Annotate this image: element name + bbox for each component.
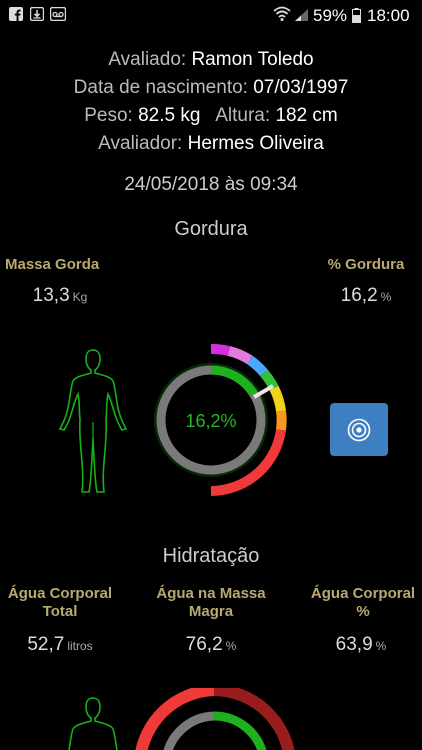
hidratacao-fill bbox=[213, 711, 267, 750]
gordura-gauge: 16,2% bbox=[154, 344, 287, 496]
agua-pct-label: Água Corporal % bbox=[310, 585, 416, 620]
avaliador-row: Avaliador: Hermes Oliveira bbox=[0, 133, 422, 155]
status-bar: 59% 18:00 bbox=[0, 0, 422, 30]
gauge-arc-pink bbox=[227, 346, 253, 365]
peso-label: Peso: bbox=[84, 105, 133, 126]
body-silhouette bbox=[58, 349, 128, 493]
massa-gorda-value: 13,3 Kg bbox=[10, 285, 110, 307]
agua-total-unit: litros bbox=[67, 639, 93, 653]
voicemail-icon bbox=[50, 7, 66, 21]
hidratacao-title: Hidratação bbox=[162, 545, 260, 567]
massa-gorda-unit: Kg bbox=[72, 290, 88, 304]
facebook-icon bbox=[9, 7, 23, 21]
nascimento-label: Data de nascimento: bbox=[73, 77, 248, 98]
agua-massa-label: Água na Massa Magra bbox=[156, 585, 266, 620]
pct-gordura-number: 16,2 bbox=[340, 285, 378, 306]
battery-icon bbox=[352, 8, 361, 23]
target-icon bbox=[347, 418, 371, 441]
avaliador-label: Avaliador: bbox=[98, 133, 183, 154]
agua-pct-number: 63,9 bbox=[335, 634, 373, 655]
avaliado-row: Avaliado: Ramon Toledo bbox=[0, 49, 422, 71]
agua-total-label: Água Corporal Total bbox=[7, 585, 113, 620]
assessment-datetime: 24/05/2018 às 09:34 bbox=[124, 174, 298, 195]
avaliado-value: Ramon Toledo bbox=[191, 49, 314, 70]
gauge-arc-blue bbox=[247, 355, 268, 377]
pct-gordura-unit: % bbox=[380, 290, 392, 304]
gauge-value-text: 16,2% bbox=[185, 411, 236, 431]
wifi-icon bbox=[273, 6, 291, 21]
nascimento-value: 07/03/1997 bbox=[253, 77, 349, 98]
agua-pct-unit: % bbox=[375, 639, 387, 653]
gordura-title: Gordura bbox=[174, 218, 248, 240]
download-icon bbox=[30, 7, 44, 21]
target-button[interactable] bbox=[330, 403, 388, 456]
signal-icon bbox=[295, 9, 308, 21]
nascimento-row: Data de nascimento: 07/03/1997 bbox=[0, 77, 422, 99]
hidratacao-track bbox=[163, 711, 215, 750]
hidratacao-gauge bbox=[135, 688, 295, 750]
gauge-arc-orange bbox=[276, 410, 287, 431]
peso-value: 82.5 kg bbox=[138, 105, 201, 126]
agua-massa-unit: % bbox=[225, 639, 237, 653]
massa-gorda-label: Massa Gorda bbox=[5, 256, 100, 273]
altura-value: 182 cm bbox=[275, 105, 338, 126]
avaliado-label: Avaliado: bbox=[108, 49, 187, 70]
agua-total-number: 52,7 bbox=[27, 634, 65, 655]
clock: 18:00 bbox=[367, 6, 410, 25]
avaliador-value: Hermes Oliveira bbox=[187, 133, 324, 154]
agua-total-value: 52,7 litros bbox=[5, 634, 115, 656]
agua-massa-number: 76,2 bbox=[185, 634, 223, 655]
pct-gordura-label: % Gordura bbox=[327, 256, 405, 273]
gauge-arc-yellow bbox=[269, 385, 286, 412]
battery-percent: 59% bbox=[313, 6, 348, 25]
massa-gorda-number: 13,3 bbox=[32, 285, 70, 306]
agua-massa-value: 76,2% bbox=[156, 634, 266, 656]
altura-label: Altura: bbox=[215, 105, 271, 126]
pct-gordura-value: 16,2% bbox=[316, 285, 416, 307]
body-silhouette-hidratacao bbox=[68, 697, 118, 750]
gauge-arc-magenta bbox=[210, 344, 231, 356]
agua-pct-value: 63,9% bbox=[306, 634, 416, 656]
peso-altura-row: Peso: 82.5 kg Altura: 182 cm bbox=[0, 105, 422, 127]
